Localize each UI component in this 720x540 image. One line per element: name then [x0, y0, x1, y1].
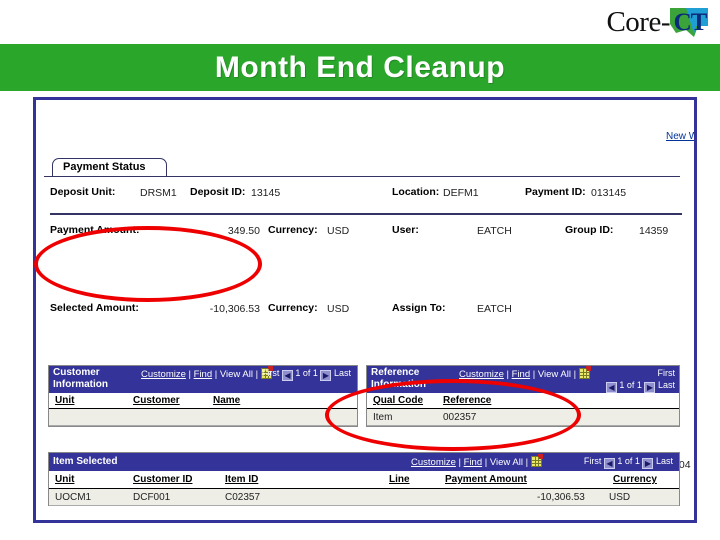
grid-flag-icon	[537, 454, 543, 459]
payment-id-label: Payment ID:	[525, 186, 586, 198]
reference-column-headers: Qual Code Reference	[367, 393, 679, 409]
reference-panel-title: Reference Information	[371, 367, 426, 390]
customer-next-icon[interactable]: ▶	[320, 370, 332, 381]
deposit-unit-label: Deposit Unit:	[50, 186, 116, 198]
customer-counter: 1 of 1	[295, 368, 318, 378]
item-first-label[interactable]: First	[584, 456, 602, 466]
group-id-label: Group ID:	[565, 224, 614, 236]
payment-amount-label: Payment Amount:	[50, 224, 140, 236]
item-cell-payment-amount: -10,306.53	[537, 492, 585, 503]
item-selected-panel: Item Selected Customize | Find | View Al…	[48, 452, 680, 506]
item-prev-icon[interactable]: ◀	[603, 458, 615, 469]
title-banner: Month End Cleanup	[0, 44, 720, 91]
item-col-currency[interactable]: Currency	[613, 474, 657, 485]
grid-flag-icon	[585, 366, 591, 371]
customer-view-all-link[interactable]: View All	[220, 369, 253, 380]
section-divider-top	[50, 213, 682, 215]
item-view-all-link[interactable]: View All	[490, 457, 523, 468]
connecticut-shape-icon: CT	[668, 6, 710, 39]
item-col-payment-amount[interactable]: Payment Amount	[445, 474, 527, 485]
item-customize-link[interactable]: Customize	[411, 457, 456, 468]
customer-col-name[interactable]: Name	[213, 395, 240, 406]
selected-currency-value: USD	[327, 303, 350, 315]
application-screenshot: New Win Payment Status Deposit Unit: DRS…	[33, 97, 697, 523]
deposit-id-value: 13145	[251, 187, 281, 199]
customer-col-unit[interactable]: Unit	[55, 395, 74, 406]
reference-information-panel: Reference Information Customize | Find |…	[366, 365, 680, 427]
group-id-value: 14359	[639, 225, 669, 237]
amount-fields: Payment Amount: 349.50 Currency: USD Use…	[50, 222, 691, 471]
customer-information-panel: Customer Information Customize | Find | …	[48, 365, 358, 427]
item-col-line[interactable]: Line	[389, 474, 410, 485]
item-panel-header: Item Selected Customize | Find | View Al…	[49, 453, 679, 471]
customer-find-link[interactable]: Find	[194, 369, 212, 380]
reference-customize-link[interactable]: Customize	[459, 369, 504, 380]
deposit-id-label: Deposit ID:	[190, 186, 246, 198]
reference-first-label[interactable]: First	[658, 368, 676, 378]
reference-find-link[interactable]: Find	[512, 369, 530, 380]
item-cell-customer-id: DCF001	[133, 492, 171, 503]
reference-col-reference[interactable]: Reference	[443, 395, 491, 406]
selected-amount-label: Selected Amount:	[50, 302, 139, 314]
spreadsheet-grid-icon[interactable]	[578, 366, 591, 379]
slide-root: Core- CT Month End Cleanup New Win Payme…	[0, 0, 720, 540]
item-last-label[interactable]: Last	[656, 456, 673, 466]
customer-first-label[interactable]: First	[262, 368, 280, 378]
table-row[interactable]	[49, 409, 357, 426]
payment-id-value: 013145	[591, 187, 627, 199]
customer-panel-title: Customer Information	[53, 367, 108, 390]
reference-prev-icon[interactable]: ◀	[605, 382, 617, 393]
payment-detail-fields: Deposit Unit: DRSM1 Deposit ID: 13145 Lo…	[50, 184, 682, 206]
table-row[interactable]: UOCM1 DCF001 C02357 -10,306.53 USD	[49, 489, 679, 506]
item-cell-item-id: C02357	[225, 492, 261, 503]
new-window-link[interactable]: New Win	[666, 131, 694, 142]
assign-to-value: EATCH	[477, 303, 512, 315]
reference-view-all-link[interactable]: View All	[538, 369, 571, 380]
page-title: Month End Cleanup	[214, 50, 506, 84]
customer-column-headers: Unit Customer Name	[49, 393, 357, 409]
selected-amount-value: -10,306.53	[209, 303, 260, 315]
item-find-link[interactable]: Find	[464, 457, 482, 468]
item-counter: 1 of 1	[617, 456, 640, 466]
item-col-unit[interactable]: Unit	[55, 474, 74, 485]
payment-currency-label: Currency:	[268, 224, 318, 236]
customer-last-label[interactable]: Last	[334, 368, 351, 378]
selected-currency-label: Currency:	[268, 302, 318, 314]
location-label: Location:	[392, 186, 440, 198]
reference-col-qual-code[interactable]: Qual Code	[373, 395, 423, 406]
customer-prev-icon[interactable]: ◀	[281, 370, 293, 381]
tab-underline	[44, 176, 680, 177]
user-label: User:	[392, 224, 419, 236]
customer-panel-header: Customer Information Customize | Find | …	[49, 366, 357, 393]
item-panel-title: Item Selected	[53, 456, 118, 467]
assign-to-label: Assign To:	[392, 302, 446, 314]
user-value: EATCH	[477, 225, 512, 237]
item-col-customer-id[interactable]: Customer ID	[133, 474, 192, 485]
reference-last-label[interactable]: Last	[658, 380, 675, 390]
item-next-icon[interactable]: ▶	[642, 458, 654, 469]
item-column-headers: Unit Customer ID Item ID Line Payment Am…	[49, 471, 679, 489]
item-cell-currency: USD	[609, 492, 631, 503]
item-col-item-id[interactable]: Item ID	[225, 474, 258, 485]
tab-strip: Payment Status	[44, 158, 680, 178]
payment-currency-value: USD	[327, 225, 350, 237]
reference-cell-reference: 002357	[443, 412, 477, 423]
reference-counter: 1 of 1	[619, 380, 642, 390]
reference-cell-qual-code: Item	[373, 412, 393, 423]
reference-next-icon[interactable]: ▶	[644, 382, 656, 393]
deposit-unit-value: DRSM1	[140, 187, 177, 199]
payment-amount-value: 349.50	[227, 225, 260, 237]
spreadsheet-grid-icon[interactable]	[530, 454, 543, 467]
table-row[interactable]: Item 002357	[367, 409, 679, 426]
reference-panel-header: Reference Information Customize | Find |…	[367, 366, 679, 393]
logo-badge-letters: CT	[673, 8, 708, 36]
customer-col-customer[interactable]: Customer	[133, 395, 180, 406]
item-cell-unit: UOCM1	[55, 492, 92, 503]
customer-customize-link[interactable]: Customize	[141, 369, 186, 380]
location-value: DEFM1	[443, 187, 479, 199]
logo-wordmark: Core-	[606, 5, 670, 38]
tab-payment-status[interactable]: Payment Status	[52, 158, 167, 177]
core-ct-logo: Core- CT	[606, 2, 710, 42]
